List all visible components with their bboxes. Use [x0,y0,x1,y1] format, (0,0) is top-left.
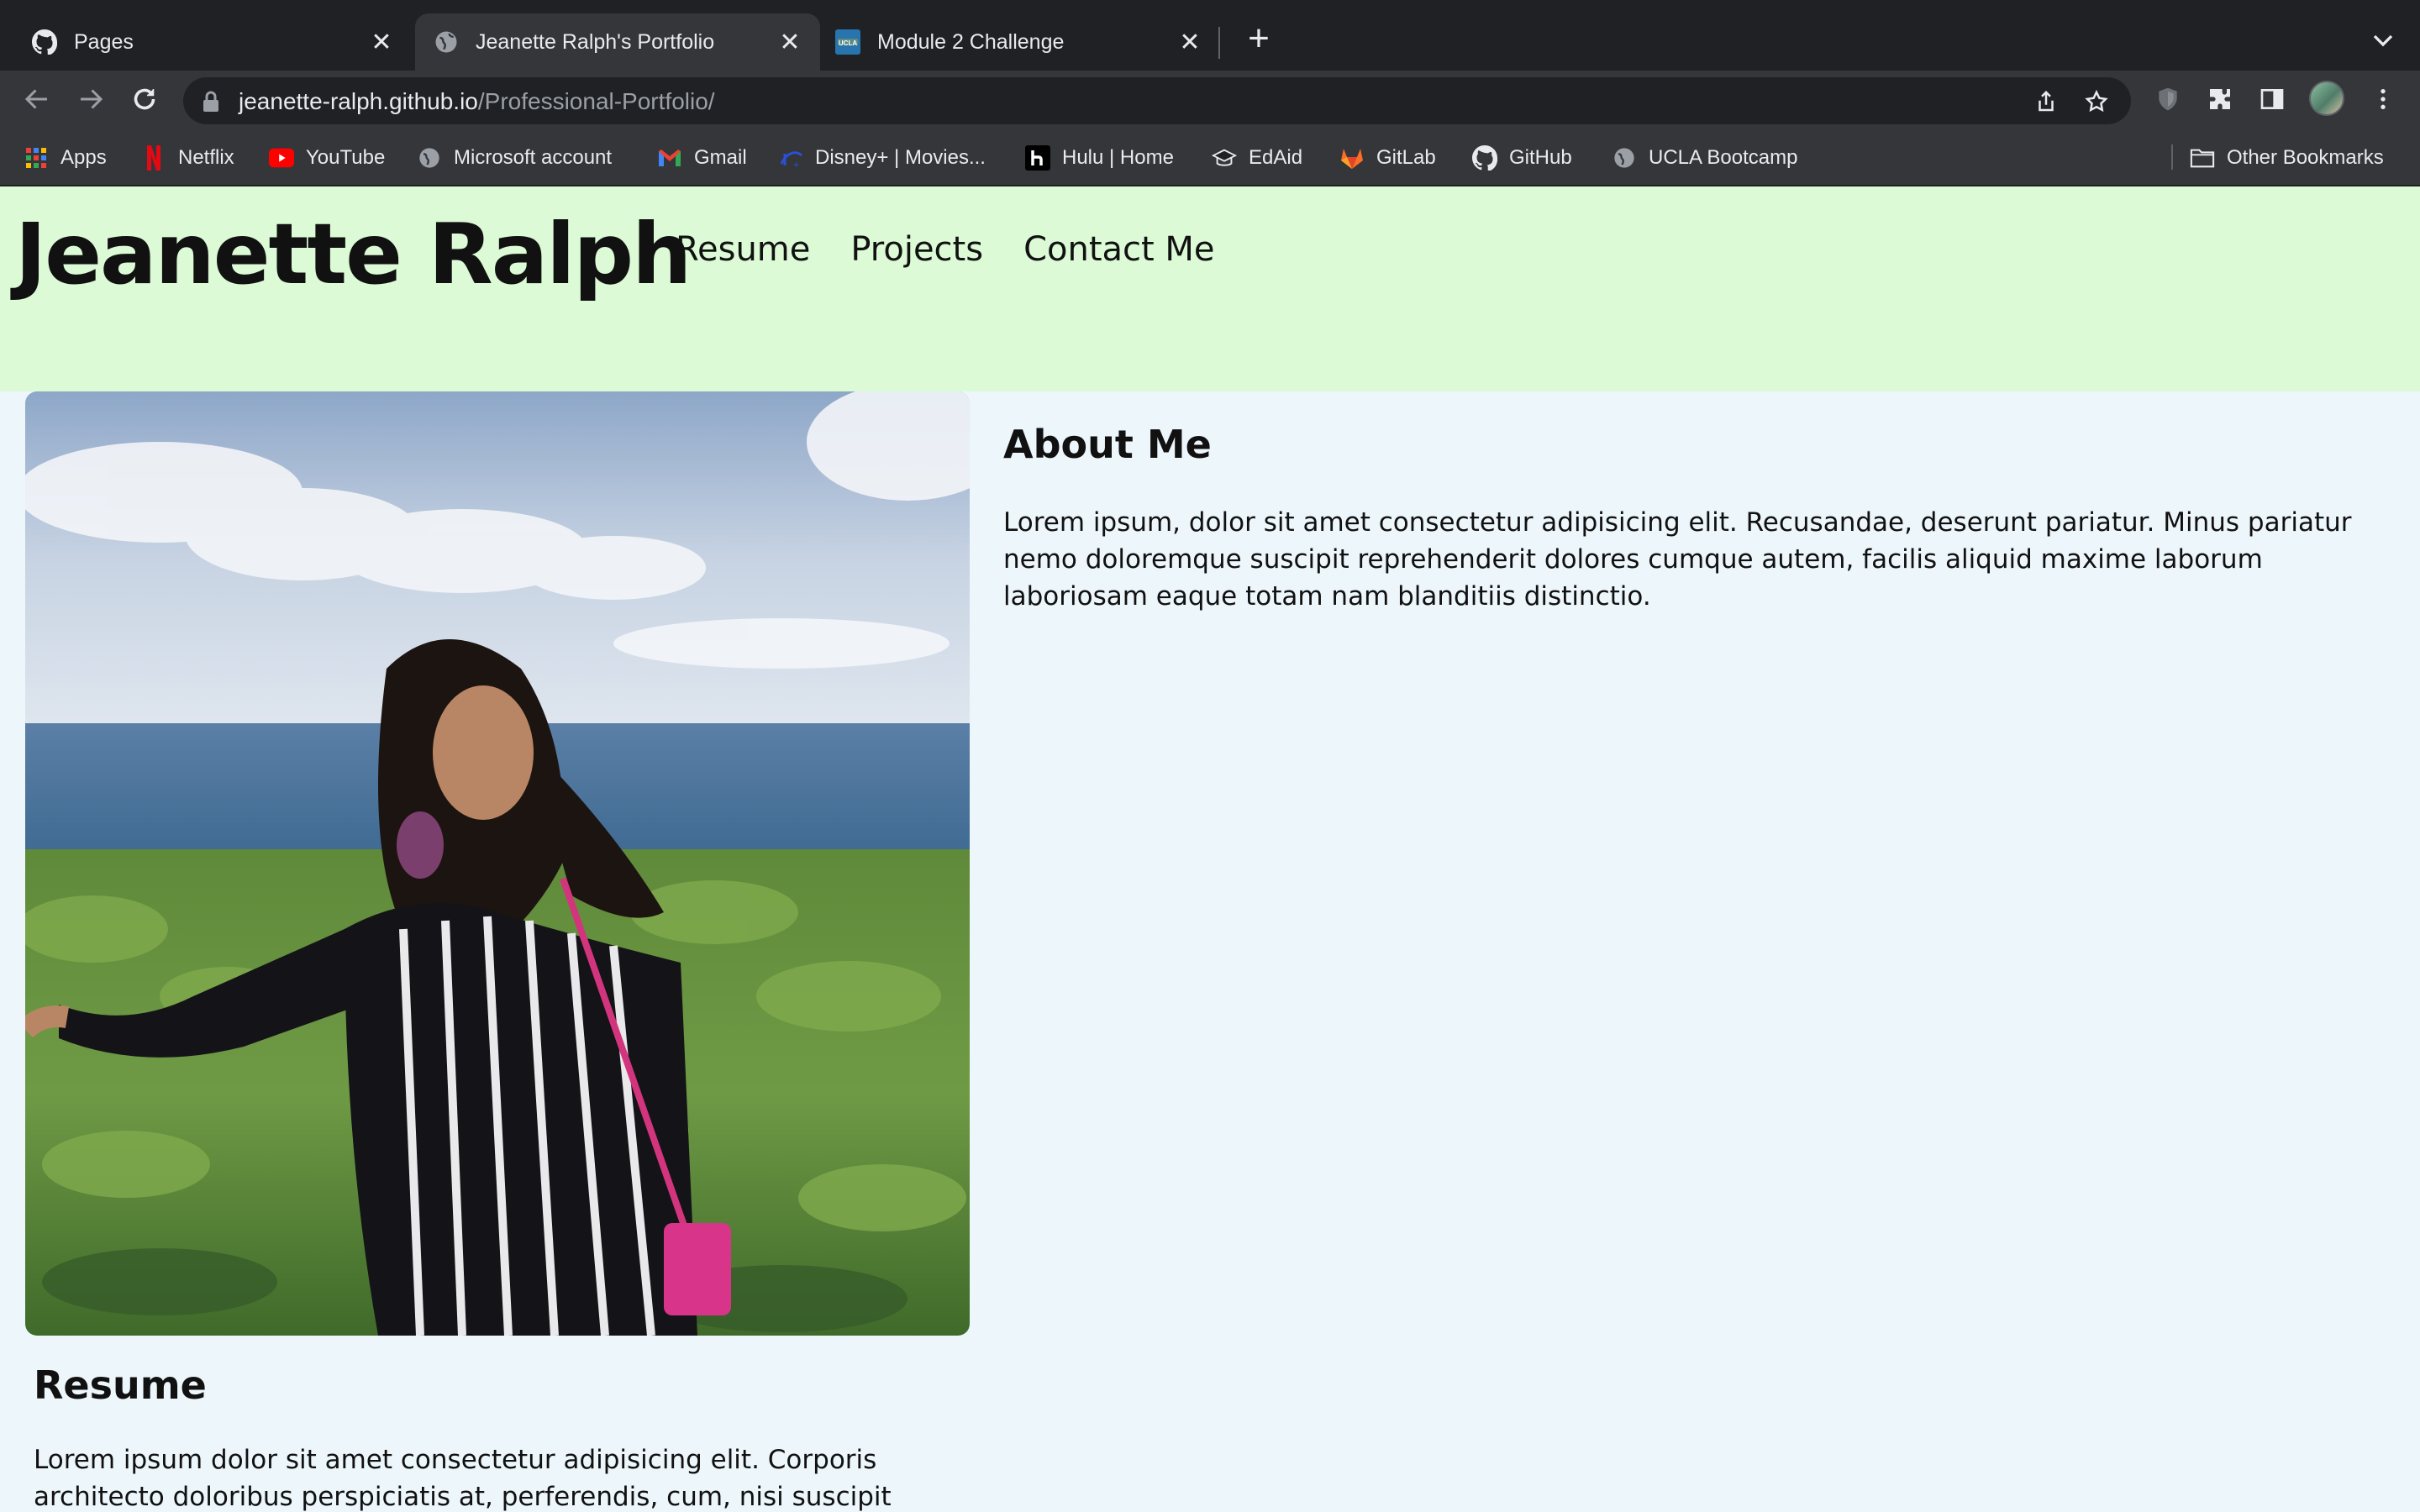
graduation-cap-icon [1212,145,1237,171]
bookmark-youtube[interactable]: YouTube [269,143,385,173]
nav-link-contact[interactable]: Contact Me [1023,230,1214,269]
bookmark-gmail[interactable]: Gmail [657,143,747,173]
star-icon[interactable] [2084,89,2109,114]
bookmark-label: EdAid [1249,146,1303,169]
profile-photo [25,391,970,1336]
side-panel-icon[interactable] [2257,84,2287,114]
hulu-icon [1025,145,1050,171]
page-viewport: Jeanette Ralph Resume Projects Contact M… [0,186,2420,1512]
about-text: Lorem ipsum, dolor sit amet consectetur … [1003,507,2352,612]
site-nav: Resume Projects Contact Me [676,230,1215,269]
bookmark-microsoft-account[interactable]: Microsoft account [417,143,612,173]
other-bookmarks-folder[interactable]: Other Bookmarks [2190,143,2384,173]
tab-title: Jeanette Ralph's Portfolio [476,29,715,54]
url-host: jeanette-ralph.github.io [239,88,478,114]
puzzle-icon[interactable] [2205,84,2235,114]
nav-link-resume[interactable]: Resume [676,230,810,269]
site-header: Jeanette Ralph Resume Projects Contact M… [0,186,2420,391]
folder-icon [2190,145,2215,171]
bookmark-github[interactable]: GitHub [1472,143,1572,173]
tab-title: Pages [74,29,134,54]
arrow-right-icon [81,89,103,109]
bookmark-label: Gmail [694,146,747,169]
svg-text:UCLA: UCLA [839,39,857,47]
share-icon[interactable] [2033,89,2059,114]
resume-heading: Resume [34,1362,207,1408]
disney-icon: + [778,145,803,171]
bookmark-edaid[interactable]: EdAid [1212,143,1302,173]
bookmark-label: Hulu | Home [1062,146,1174,169]
ucla-icon: UCLA [835,29,860,55]
globe-icon [417,145,442,171]
resume-section: Resume Lorem ipsum dolor sit amet consec… [34,1362,975,1512]
globe-icon [434,29,459,55]
url-path: /Professional-Portfolio/ [477,88,715,114]
tab-portfolio[interactable]: Jeanette Ralph's Portfolio ✕ [415,13,820,71]
bookmark-label: Netflix [178,146,234,169]
bookmark-hulu[interactable]: Hulu | Home [1025,143,1174,173]
arrow-left-icon [24,89,47,109]
globe-icon [1612,145,1637,171]
bookmarks-divider [2171,144,2173,170]
apps-grid-icon [24,145,49,171]
bookmarks-bar: Apps Netflix YouTube Microsoft account G… [0,128,2420,186]
bookmark-label: Apps [60,146,107,169]
bookmark-disney[interactable]: + Disney+ | Movies... [778,143,986,173]
bookmark-label: UCLA Bootcamp [1649,146,1798,169]
github-icon [32,29,57,55]
lock-icon[interactable] [202,91,220,117]
bookmark-label: Disney+ | Movies... [815,146,986,169]
gmail-icon [657,145,682,171]
tab-title: Module 2 Challenge [877,29,1065,54]
svg-text:+: + [793,159,799,171]
forward-button[interactable] [74,82,108,116]
bookmark-label: YouTube [306,146,386,169]
tab-module-2[interactable]: UCLA Module 2 Challenge ✕ [820,13,1220,71]
url-text: jeanette-ralph.github.io/Professional-Po… [239,88,715,115]
tab-strip: Pages ✕ Jeanette Ralph's Portfolio ✕ UCL… [0,0,2420,71]
nav-link-projects[interactable]: Projects [850,230,983,269]
bookmark-label: GitHub [1509,146,1572,169]
close-tab-icon[interactable]: ✕ [366,27,397,57]
close-tab-icon[interactable]: ✕ [775,27,805,57]
kebab-menu-icon[interactable] [2368,84,2398,114]
new-tab-button[interactable]: + [1240,20,1277,59]
address-bar[interactable]: jeanette-ralph.github.io/Professional-Po… [183,77,2131,124]
chevron-down-icon [2373,34,2393,47]
youtube-icon [269,145,294,171]
bookmark-apps[interactable]: Apps [24,143,107,173]
bookmark-gitlab[interactable]: GitLab [1339,143,1436,173]
reload-icon [134,88,155,110]
resume-text: Lorem ipsum dolor sit amet consectetur a… [34,1445,892,1512]
bookmark-label: Other Bookmarks [2227,146,2384,169]
netflix-icon [141,145,166,171]
about-section: About Me Lorem ipsum, dolor sit amet con… [1003,407,2398,615]
bookmark-netflix[interactable]: Netflix [141,143,234,173]
browser-toolbar: jeanette-ralph.github.io/Professional-Po… [0,71,2420,128]
reload-button[interactable] [128,82,161,116]
profile-photo-image [25,391,970,1336]
about-heading: About Me [1003,422,1212,467]
site-title: Jeanette Ralph [15,205,692,303]
back-button[interactable] [20,82,54,116]
shield-extension-icon[interactable] [2153,84,2183,114]
bookmark-label: GitLab [1376,146,1436,169]
tab-divider [1218,27,1220,59]
profile-avatar[interactable] [2309,81,2344,116]
tab-search-button[interactable] [2366,24,2400,57]
gitlab-icon [1339,145,1365,171]
bookmark-ucla-bootcamp[interactable]: UCLA Bootcamp [1612,143,1797,173]
bookmark-label: Microsoft account [454,146,613,169]
tab-pages[interactable]: Pages ✕ [0,13,412,71]
close-tab-icon[interactable]: ✕ [1175,27,1205,57]
github-icon [1472,145,1497,171]
